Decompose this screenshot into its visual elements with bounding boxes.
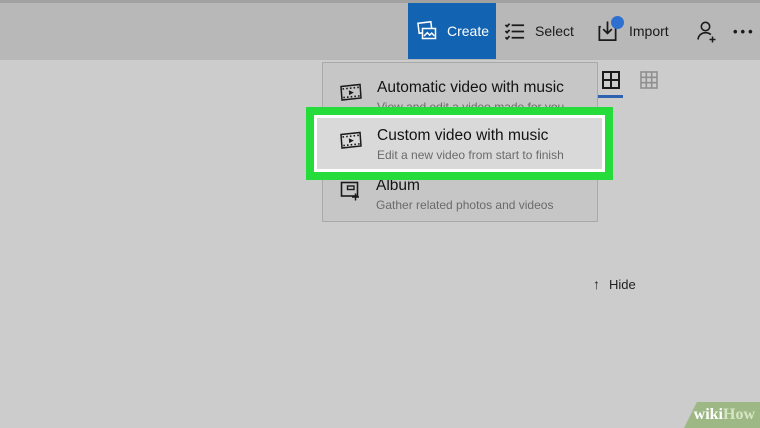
menu-item-custom-video[interactable]: Custom video with music Edit a new video…	[338, 126, 564, 163]
import-button-label: Import	[629, 23, 669, 39]
wikihow-watermark: wikiHow	[684, 402, 760, 428]
menu-item-subtitle: Gather related photos and videos	[376, 198, 553, 213]
select-button[interactable]: Select	[504, 3, 574, 59]
album-add-icon	[338, 178, 363, 203]
up-arrow-icon: ↑	[593, 276, 600, 292]
add-person-icon	[695, 19, 718, 44]
import-tray-icon	[596, 20, 619, 43]
video-clip-icon	[338, 128, 364, 153]
photos-app-window: Create Select Im	[0, 0, 760, 428]
menu-item-title: Automatic video with music	[377, 78, 564, 97]
hide-button[interactable]: ↑ Hide	[593, 276, 636, 292]
import-button[interactable]: Import	[596, 3, 669, 59]
view-toggle-group	[598, 70, 661, 98]
create-photos-icon	[415, 19, 439, 43]
select-button-label: Select	[535, 23, 574, 39]
hide-button-label: Hide	[609, 277, 636, 292]
grid-2x2-icon	[601, 70, 621, 90]
selected-view-underline	[598, 95, 623, 98]
grid-3x3-view-button[interactable]	[636, 70, 661, 98]
import-notification-badge	[611, 16, 624, 29]
grid-3x3-icon	[639, 70, 659, 90]
create-button[interactable]: Create	[408, 3, 496, 59]
menu-item-subtitle: Edit a new video from start to finish	[377, 148, 564, 163]
menu-item-title: Album	[376, 176, 553, 195]
ellipsis-icon: •••	[733, 24, 756, 39]
select-checklist-icon	[504, 21, 525, 42]
watermark-how-text: How	[723, 406, 755, 424]
menu-item-title: Custom video with music	[377, 126, 564, 145]
menu-item-album[interactable]: Album Gather related photos and videos	[338, 176, 553, 213]
menu-item-automatic-video[interactable]: Automatic video with music View and edit…	[338, 78, 564, 115]
see-more-button[interactable]: •••	[733, 3, 756, 59]
create-button-label: Create	[447, 23, 489, 39]
video-clip-icon	[338, 80, 364, 105]
app-toolbar: Create Select Im	[0, 3, 760, 60]
menu-item-subtitle: View and edit a video made for you	[377, 100, 564, 115]
grid-2x2-view-button[interactable]	[598, 70, 623, 98]
add-person-button[interactable]	[695, 3, 718, 59]
watermark-wiki-text: wiki	[694, 406, 723, 424]
